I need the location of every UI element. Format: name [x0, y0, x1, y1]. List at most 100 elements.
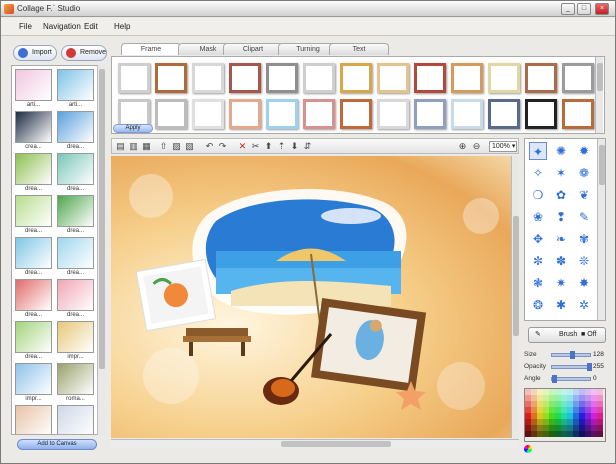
brush-option[interactable]: ✶: [552, 164, 570, 182]
menu-edit[interactable]: Edit: [84, 22, 98, 31]
tab-clipart[interactable]: Clipart: [223, 43, 283, 55]
brush-option[interactable]: ✼: [529, 252, 547, 270]
frame-option[interactable]: [155, 99, 187, 129]
collage-canvas[interactable]: [111, 156, 511, 438]
brush-option[interactable]: ✽: [552, 252, 570, 270]
bring-front-icon[interactable]: ⬆: [263, 141, 274, 152]
angle-slider[interactable]: [551, 375, 591, 383]
tab-frame[interactable]: Frame: [121, 43, 181, 55]
remove-button[interactable]: Remove: [61, 45, 107, 61]
canvas-vscroll[interactable]: [511, 156, 519, 438]
thumbnail-item[interactable]: drea...: [15, 153, 52, 194]
brush-option[interactable]: ❧: [552, 230, 570, 248]
brush-option[interactable]: ✿: [552, 186, 570, 204]
tab-text[interactable]: Text: [329, 43, 389, 55]
thumbnail-item[interactable]: drea...: [15, 279, 52, 320]
open-icon[interactable]: ▥: [128, 141, 139, 152]
brush-option[interactable]: ❃: [529, 274, 547, 292]
thumbnail-item[interactable]: roma...: [57, 363, 94, 404]
cut-icon[interactable]: ✂: [250, 141, 261, 152]
brush-option[interactable]: ❍: [529, 186, 547, 204]
close-button[interactable]: ×: [595, 3, 609, 15]
upload-icon[interactable]: ⇧: [158, 141, 169, 152]
menu-navigation[interactable]: Navigation: [43, 22, 81, 31]
flip-icon[interactable]: ⇵: [302, 141, 313, 152]
frame-option[interactable]: [377, 99, 409, 129]
thumbnail-item[interactable]: impr...: [57, 321, 94, 362]
color-palette[interactable]: [524, 388, 606, 442]
frame-option[interactable]: [525, 63, 557, 93]
frame-option[interactable]: [451, 99, 483, 129]
maximize-button[interactable]: □: [577, 3, 591, 15]
palette-swatch[interactable]: [597, 431, 603, 437]
frame-option[interactable]: [488, 99, 520, 129]
zoom-out-icon[interactable]: ⊖: [471, 141, 482, 152]
thumbnail-item[interactable]: arti...: [57, 69, 94, 110]
import-button[interactable]: Import: [13, 45, 57, 61]
add-to-canvas-button[interactable]: Add to Canvas: [17, 439, 97, 450]
thumbnail-item[interactable]: drea...: [57, 279, 94, 320]
frame-option[interactable]: [266, 63, 298, 93]
frame-option[interactable]: [525, 99, 557, 129]
frame-option[interactable]: [192, 99, 224, 129]
redo-icon[interactable]: ↷: [217, 141, 228, 152]
frame-option[interactable]: [118, 63, 150, 93]
undo-icon[interactable]: ↶: [204, 141, 215, 152]
frame-option[interactable]: [303, 99, 335, 129]
thumbnail-item[interactable]: drea...: [57, 195, 94, 236]
bring-forward-icon[interactable]: ⇡: [276, 141, 287, 152]
frame-option[interactable]: [488, 63, 520, 93]
brush-option[interactable]: ✎: [575, 208, 593, 226]
frame-option[interactable]: [377, 63, 409, 93]
thumbnail-item[interactable]: drea...: [57, 153, 94, 194]
menu-help[interactable]: Help: [114, 22, 130, 31]
save-icon[interactable]: ▦: [141, 141, 152, 152]
zoom-select[interactable]: 100% ▾: [489, 141, 517, 152]
thumbnail-item[interactable]: [15, 405, 52, 434]
frame-option[interactable]: [155, 63, 187, 93]
brush-option[interactable]: ✲: [575, 296, 593, 314]
brush-option[interactable]: ✦: [529, 142, 547, 160]
brush-option[interactable]: ✱: [552, 296, 570, 314]
thumbnail-scrollbar[interactable]: [97, 65, 105, 435]
brush-option[interactable]: ❦: [575, 186, 593, 204]
brush-option[interactable]: ✺: [552, 142, 570, 160]
frame-scrollbar[interactable]: [595, 57, 603, 133]
brush-option[interactable]: ✾: [575, 230, 593, 248]
brush-option[interactable]: ✷: [552, 274, 570, 292]
size-slider[interactable]: [551, 351, 591, 359]
thumbnail-item[interactable]: arti...: [15, 69, 52, 110]
frame-option[interactable]: [229, 99, 261, 129]
frame-option[interactable]: [229, 63, 261, 93]
thumbnail-item[interactable]: drea...: [15, 321, 52, 362]
frame-option[interactable]: [451, 63, 483, 93]
opacity-slider[interactable]: [551, 363, 592, 371]
thumbnail-item[interactable]: impr...: [15, 363, 52, 404]
brush-option[interactable]: ❢: [552, 208, 570, 226]
brush-option[interactable]: ✹: [575, 142, 593, 160]
color-wheel-icon[interactable]: [524, 445, 532, 453]
layers-icon[interactable]: ▧: [184, 141, 195, 152]
menu-file[interactable]: File: [19, 22, 32, 31]
frame-option[interactable]: [414, 99, 446, 129]
thumbnail-item[interactable]: drea...: [57, 237, 94, 278]
thumbnail-item[interactable]: [57, 405, 94, 434]
frame-option[interactable]: [192, 63, 224, 93]
send-back-icon[interactable]: ⬇: [289, 141, 300, 152]
canvas-hscroll[interactable]: [111, 439, 519, 448]
thumbnail-item[interactable]: drea...: [15, 237, 52, 278]
brush-scrollbar[interactable]: [597, 139, 605, 320]
brush-option[interactable]: ❁: [575, 164, 593, 182]
frame-option[interactable]: [562, 99, 594, 129]
brush-option[interactable]: ✥: [529, 230, 547, 248]
zoom-in-icon[interactable]: ⊕: [457, 141, 468, 152]
new-icon[interactable]: ▤: [115, 141, 126, 152]
brush-option[interactable]: ✸: [575, 274, 593, 292]
brush-option[interactable]: ❀: [529, 208, 547, 226]
frame-option[interactable]: [266, 99, 298, 129]
brush-option[interactable]: ❂: [529, 296, 547, 314]
frame-option[interactable]: [340, 63, 372, 93]
grid-icon[interactable]: ▨: [171, 141, 182, 152]
frame-option[interactable]: [562, 63, 594, 93]
thumbnail-item[interactable]: drea...: [15, 195, 52, 236]
